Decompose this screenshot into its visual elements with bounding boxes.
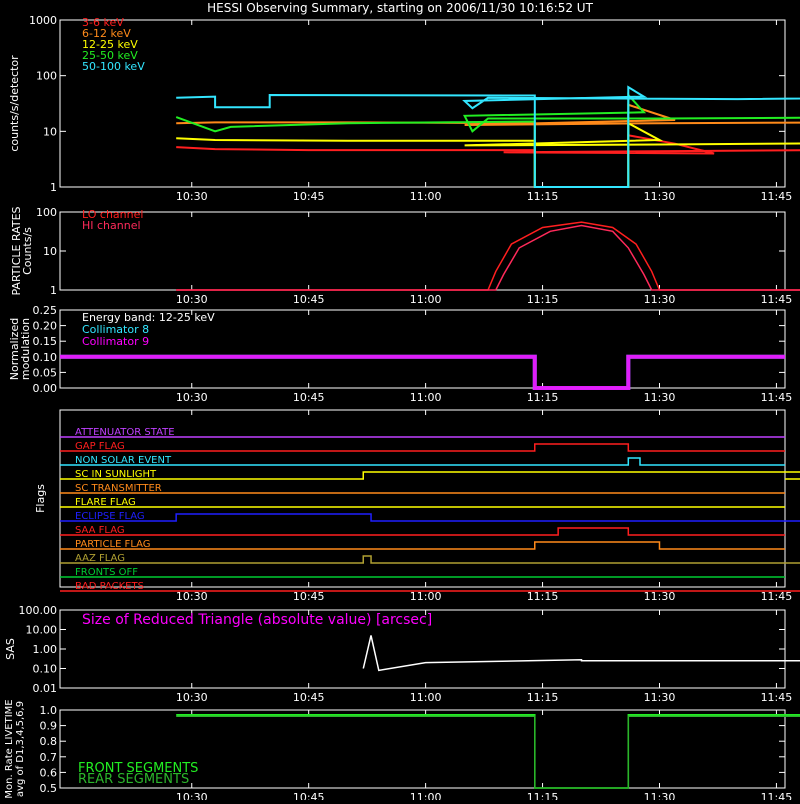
y-tick-label: 10.00 xyxy=(26,624,58,637)
x-tick-label: 11:30 xyxy=(644,190,676,203)
y-tick-label: 1 xyxy=(50,181,57,194)
x-tick-label: 11:45 xyxy=(761,190,793,203)
y-tick-label: 10 xyxy=(43,125,57,138)
x-tick-label: 11:30 xyxy=(644,391,676,404)
chart-title: HESSI Observing Summary, starting on 200… xyxy=(207,1,593,15)
x-tick-label: 10:30 xyxy=(176,590,208,603)
chart-annotation: Size of Reduced Triangle (absolute value… xyxy=(82,612,432,628)
y-tick-label: 0.20 xyxy=(33,320,58,333)
hessi-chart: HESSI Observing Summary, starting on 200… xyxy=(0,0,800,804)
y-tick-label: 1 xyxy=(50,284,57,297)
y-axis-label: Mon. Rate LIVETIME xyxy=(4,699,15,798)
chart-background xyxy=(0,0,800,800)
x-tick-label: 11:00 xyxy=(410,293,442,306)
x-tick-label: 11:00 xyxy=(410,691,442,704)
y-tick-label: 100 xyxy=(36,70,57,83)
y-tick-label: 0.15 xyxy=(33,335,58,348)
x-tick-label: 11:45 xyxy=(761,590,793,603)
y-tick-label: 0.10 xyxy=(33,351,58,364)
x-tick-label: 11:15 xyxy=(527,791,559,800)
y-tick-label: 100.00 xyxy=(19,604,58,617)
x-tick-label: 10:30 xyxy=(176,791,208,800)
legend-entry: HI channel xyxy=(82,219,141,232)
y-tick-label: 100 xyxy=(36,206,57,219)
legend-entry: 50-100 keV xyxy=(82,60,145,73)
x-tick-label: 11:45 xyxy=(761,691,793,704)
x-tick-label: 11:00 xyxy=(410,590,442,603)
y-tick-label: 0.10 xyxy=(33,663,58,676)
x-tick-label: 11:00 xyxy=(410,791,442,800)
x-tick-label: 11:30 xyxy=(644,293,676,306)
x-tick-label: 11:30 xyxy=(644,590,676,603)
y-axis-label: counts/s/detector xyxy=(8,55,21,152)
y-axis-label: Flags xyxy=(34,484,47,513)
y-tick-label: 1.0 xyxy=(40,704,58,717)
y-tick-label: 10 xyxy=(43,245,57,258)
y-tick-label: 0.05 xyxy=(33,366,58,379)
y-tick-label: 1.00 xyxy=(33,643,58,656)
x-tick-label: 10:30 xyxy=(176,391,208,404)
x-tick-label: 10:30 xyxy=(176,691,208,704)
y-axis-label: SAS xyxy=(4,638,17,660)
legend-entry: Collimator 9 xyxy=(82,335,149,348)
x-tick-label: 11:15 xyxy=(527,391,559,404)
x-tick-label: 11:30 xyxy=(644,791,676,800)
x-tick-label: 11:00 xyxy=(410,190,442,203)
y-tick-label: 0.8 xyxy=(40,735,58,748)
x-tick-label: 10:30 xyxy=(176,293,208,306)
x-tick-label: 11:15 xyxy=(527,691,559,704)
x-tick-label: 11:45 xyxy=(761,293,793,306)
y-tick-label: 0.6 xyxy=(40,766,58,779)
y-tick-label: 0.9 xyxy=(40,720,58,733)
y-tick-label: 0.5 xyxy=(40,782,58,795)
x-tick-label: 11:15 xyxy=(527,190,559,203)
y-tick-label: 0.7 xyxy=(40,751,58,764)
x-tick-label: 11:15 xyxy=(527,590,559,603)
x-tick-label: 10:45 xyxy=(293,590,325,603)
x-tick-label: 10:45 xyxy=(293,391,325,404)
x-tick-label: 11:30 xyxy=(644,691,676,704)
x-tick-label: 11:00 xyxy=(410,391,442,404)
x-tick-label: 10:45 xyxy=(293,791,325,800)
x-tick-label: 10:45 xyxy=(293,190,325,203)
y-tick-label: 0.25 xyxy=(33,304,58,317)
y-tick-label: 0.00 xyxy=(33,382,58,395)
x-tick-label: 11:15 xyxy=(527,293,559,306)
y-axis-label: avg of D1,3,4,5,6,9 xyxy=(15,701,26,797)
y-tick-label: 0.01 xyxy=(33,682,58,695)
x-tick-label: 10:45 xyxy=(293,691,325,704)
y-axis-label: Counts/s xyxy=(21,227,34,275)
x-tick-label: 11:45 xyxy=(761,791,793,800)
x-tick-label: 11:45 xyxy=(761,391,793,404)
y-axis-label: modulation xyxy=(19,318,32,380)
y-tick-label: 1000 xyxy=(29,14,57,27)
hessi-summary: HESSI Observing Summary, starting on 200… xyxy=(0,0,800,804)
x-tick-label: 10:45 xyxy=(293,293,325,306)
legend-entry: REAR SEGMENTS xyxy=(78,772,189,787)
x-tick-label: 10:30 xyxy=(176,190,208,203)
